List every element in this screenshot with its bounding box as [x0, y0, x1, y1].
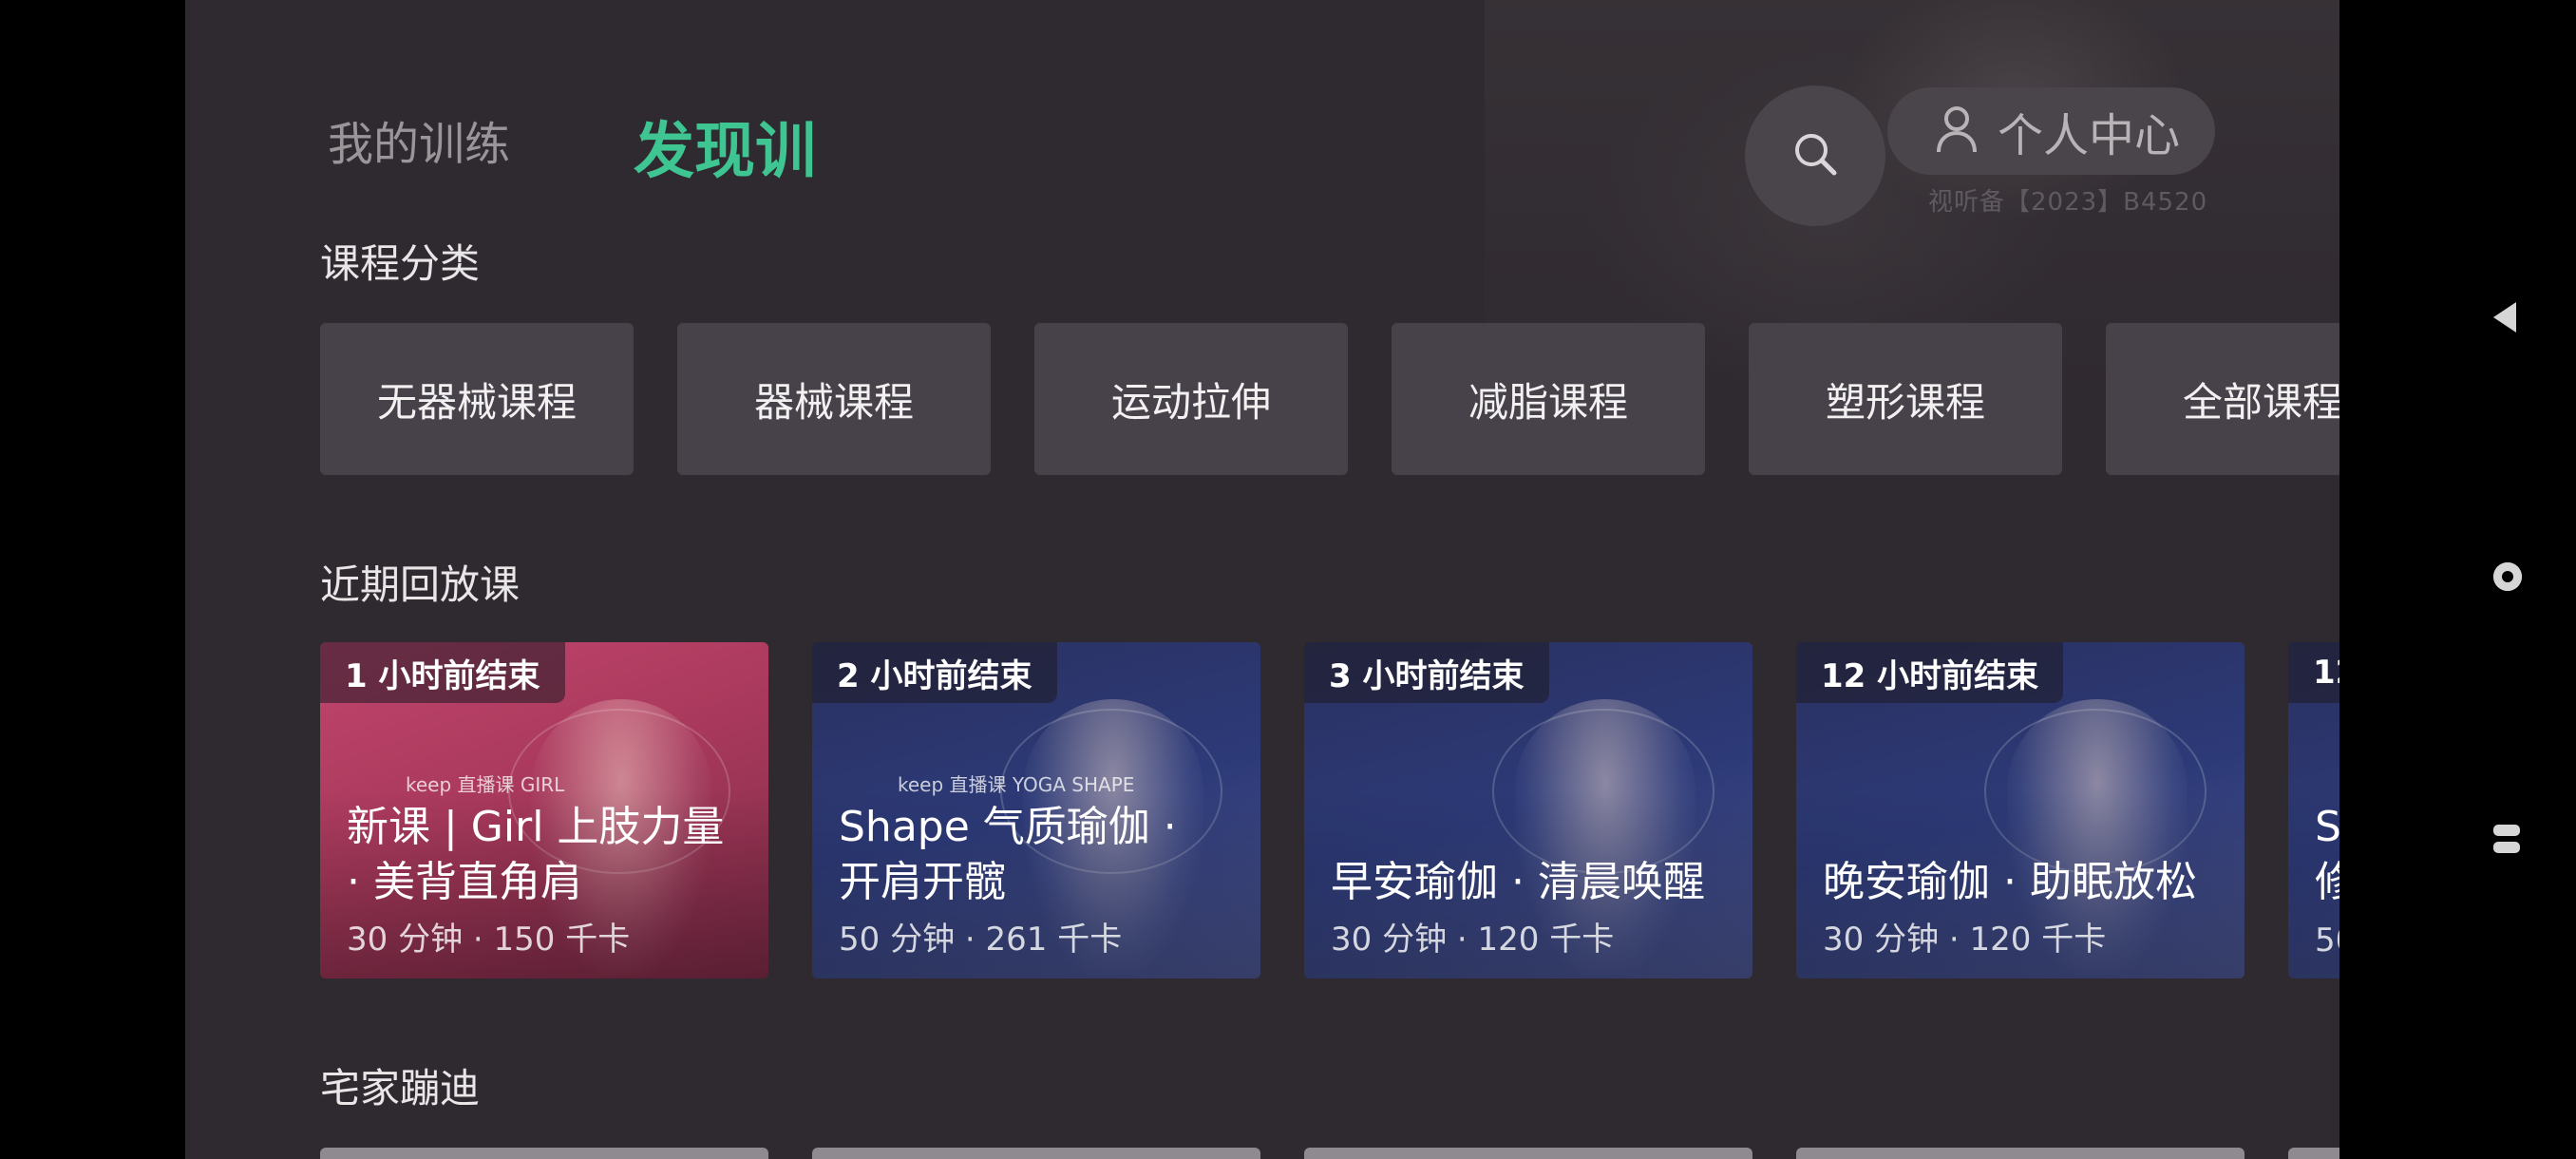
- card-meta: 30 分钟 · 120 千卡: [1331, 921, 1615, 959]
- profile-center-button[interactable]: 个人中心: [1887, 87, 2215, 175]
- card-title: Shape 气质瑜伽 · 开肩开髋: [839, 803, 1177, 906]
- profile-center-label: 个人中心: [1998, 109, 2181, 162]
- replay-card[interactable]: 12 小时前结束 晚安瑜伽 · 助眠放松 30 分钟 · 120 千卡: [1796, 642, 2245, 978]
- replay-card[interactable]: keep 直播课 GIRL 1 小时前结束 新课 | Girl 上肢力量 · 美…: [320, 642, 768, 978]
- search-button[interactable]: [1745, 86, 1885, 226]
- card-title: 新课 | Girl 上肢力量 · 美背直角肩: [347, 803, 725, 906]
- home-disco-card-list: [320, 1148, 2339, 1159]
- user-icon: [1935, 104, 1979, 158]
- card-meta: 50 分钟 · 261 千卡: [839, 921, 1123, 959]
- license-number: 视听备【2023】B4520: [1928, 188, 2208, 217]
- home-disco-card[interactable]: [1796, 1148, 2245, 1159]
- home-disco-card[interactable]: [2288, 1148, 2339, 1159]
- system-navigation-bar: [2339, 0, 2576, 1159]
- ended-time-badge: 12: [2288, 642, 2339, 703]
- category-equipment[interactable]: 器械课程: [677, 323, 991, 475]
- recent-apps-icon[interactable]: [2493, 825, 2520, 853]
- ended-time-badge: 1 小时前结束: [320, 642, 565, 703]
- card-title: 晚安瑜伽 · 助眠放松: [1823, 858, 2197, 906]
- replay-card-list: keep 直播课 GIRL 1 小时前结束 新课 | Girl 上肢力量 · 美…: [320, 642, 2339, 978]
- ended-time-badge: 2 小时前结束: [812, 642, 1057, 703]
- category-all[interactable]: 全部课程: [2106, 323, 2339, 475]
- card-meta: 50: [2315, 922, 2339, 960]
- card-meta: 30 分钟 · 120 千卡: [1823, 921, 2107, 959]
- category-stretching[interactable]: 运动拉伸: [1034, 323, 1348, 475]
- app-screen: 我的训练 发现训 个人中心 视听备【2023】B4520 课程分类 无器械课程 …: [185, 0, 2339, 1159]
- home-disco-card[interactable]: [320, 1148, 768, 1159]
- replay-card[interactable]: 3 小时前结束 早安瑜伽 · 清晨唤醒 30 分钟 · 120 千卡: [1304, 642, 1752, 978]
- tab-my-training[interactable]: 我的训练: [328, 106, 510, 173]
- card-title: S 修: [2315, 803, 2339, 906]
- home-icon[interactable]: [2493, 562, 2522, 591]
- card-meta: 30 分钟 · 150 千卡: [347, 921, 631, 959]
- ended-time-badge: 3 小时前结束: [1304, 642, 1549, 703]
- home-disco-card[interactable]: [1304, 1148, 1752, 1159]
- home-disco-card[interactable]: [812, 1148, 1260, 1159]
- section-title-categories: 课程分类: [320, 240, 481, 287]
- section-title-home-disco: 宅家蹦迪: [320, 1065, 481, 1112]
- ended-time-badge: 12 小时前结束: [1796, 642, 2064, 703]
- category-fat-loss[interactable]: 减脂课程: [1392, 323, 1705, 475]
- category-shaping[interactable]: 塑形课程: [1749, 323, 2062, 475]
- replay-card[interactable]: keep 直播课 YOGA SHAPE 2 小时前结束 Shape 气质瑜伽 ·…: [812, 642, 1260, 978]
- tab-discover[interactable]: 发现训: [634, 103, 816, 190]
- section-title-replay: 近期回放课: [320, 561, 521, 608]
- search-icon: [1790, 129, 1840, 182]
- category-list: 无器械课程 器械课程 运动拉伸 减脂课程 塑形课程 全部课程: [320, 323, 2339, 475]
- back-icon[interactable]: [2493, 302, 2516, 332]
- card-title: 早安瑜伽 · 清晨唤醒: [1331, 858, 1705, 906]
- category-no-equipment[interactable]: 无器械课程: [320, 323, 634, 475]
- replay-card[interactable]: 12 S 修 50: [2288, 642, 2339, 978]
